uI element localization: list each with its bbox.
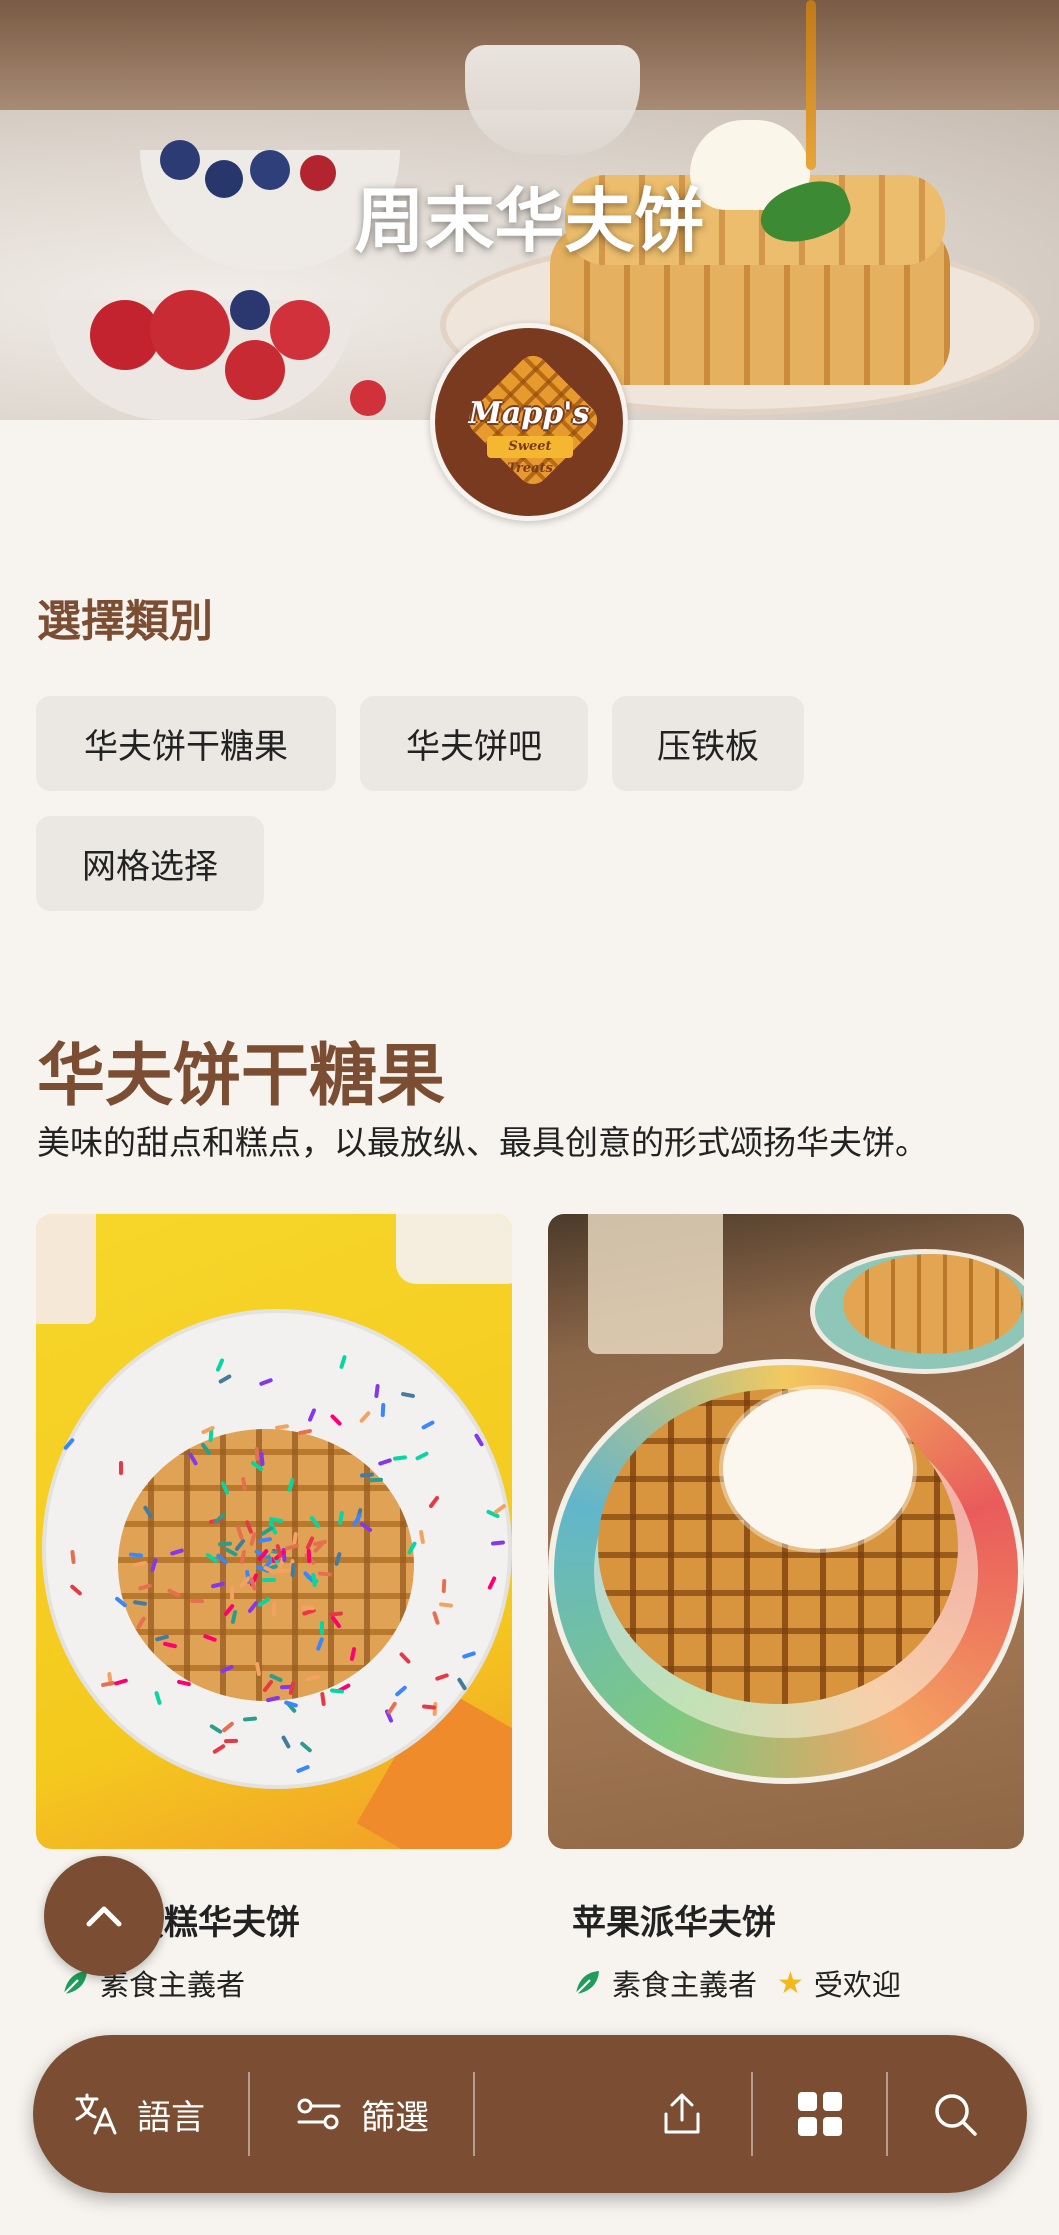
chip-grid-select[interactable]: 网格选择 xyxy=(36,816,264,911)
sprinkle xyxy=(271,1602,277,1617)
language-button[interactable]: 語言 xyxy=(73,2035,205,2193)
toolbar-divider xyxy=(886,2072,888,2156)
sprinkle xyxy=(330,1687,345,1694)
sprinkle xyxy=(217,1541,232,1547)
vegan-leaf-icon xyxy=(572,1968,602,1998)
translate-icon xyxy=(75,2093,117,2135)
grid-icon xyxy=(798,2092,842,2136)
card-image-cake-waffle[interactable] xyxy=(36,1214,512,1849)
sprinkle xyxy=(118,1461,123,1476)
tag-label: 素食主義者 xyxy=(612,1968,758,2002)
card-tag: 素食主義者 ★ 受欢迎 xyxy=(572,1962,901,2004)
side-waffle xyxy=(843,1254,1023,1354)
logo-brand-text: Mapp's xyxy=(468,396,590,431)
share-button[interactable] xyxy=(658,2035,706,2193)
polka-cup xyxy=(396,1214,512,1284)
card-image-apple-pie-waffle[interactable] xyxy=(548,1214,1024,1849)
section-description: 美味的甜点和糕点，以最放纵、最具创意的形式颂扬华夫饼。 xyxy=(37,1123,928,1162)
filter-icon xyxy=(297,2098,341,2130)
glass-drink xyxy=(588,1214,723,1354)
raspberry xyxy=(270,300,330,360)
raspberry xyxy=(350,380,386,416)
sprinkle xyxy=(190,1598,205,1603)
blueberry xyxy=(230,290,270,330)
grid-view-button[interactable] xyxy=(795,2035,845,2193)
card-title[interactable]: 苹果派华夫饼 xyxy=(572,1895,776,1944)
section-heading: 华夫饼干糖果 xyxy=(37,1037,446,1116)
logo-sub-text: Sweet Treats xyxy=(487,436,573,476)
chip-waffle-candy[interactable]: 华夫饼干糖果 xyxy=(36,696,336,791)
sprinkle xyxy=(301,1606,316,1611)
language-label: 語言 xyxy=(137,2097,205,2138)
sprinkle xyxy=(369,1477,384,1483)
search-icon xyxy=(935,2094,977,2136)
ice-cream-scoop xyxy=(723,1389,913,1549)
hero-syrup-drizzle xyxy=(806,0,816,170)
hero-teacup xyxy=(465,45,640,155)
chip-waffle-bar[interactable]: 华夫饼吧 xyxy=(360,696,588,791)
sprinkle xyxy=(320,1621,325,1636)
star-icon: ★ xyxy=(777,1965,804,2001)
scroll-to-top-button[interactable] xyxy=(44,1856,164,1976)
polka-cup xyxy=(36,1214,96,1324)
search-button[interactable] xyxy=(931,2035,979,2193)
strawberry xyxy=(150,290,230,370)
chevron-up-icon xyxy=(86,1906,122,1927)
brand-logo: Mapp's Sweet Treats xyxy=(430,323,628,521)
filter-button[interactable]: 篩選 xyxy=(295,2035,429,2193)
page-title: 周末华夫饼 xyxy=(354,180,705,262)
sprinkle xyxy=(224,1738,239,1743)
filter-label: 篩選 xyxy=(361,2097,429,2138)
chip-iron-press[interactable]: 压铁板 xyxy=(612,696,804,791)
tag-label: 受欢迎 xyxy=(813,1968,901,2002)
toolbar-divider xyxy=(473,2072,475,2156)
sprinkle xyxy=(262,1577,277,1583)
toolbar-divider xyxy=(751,2072,753,2156)
sprinkle xyxy=(306,1549,311,1564)
share-icon xyxy=(664,2093,700,2134)
bottom-toolbar: 語言 篩選 xyxy=(33,2035,1027,2193)
sprinkle xyxy=(69,1550,76,1565)
sprinkle xyxy=(230,1586,235,1601)
toolbar-divider xyxy=(248,2072,250,2156)
category-label: 選擇類別 xyxy=(37,596,213,647)
